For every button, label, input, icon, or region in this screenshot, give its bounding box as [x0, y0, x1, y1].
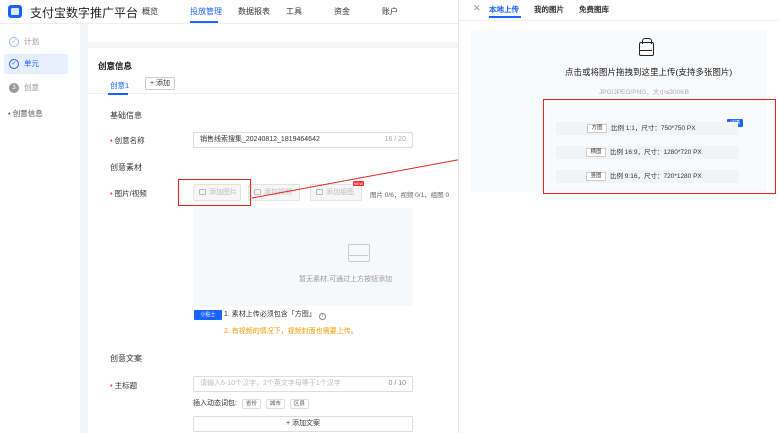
spec-square-tag: 方图 [587, 124, 607, 133]
tab-my-images[interactable]: 我的图片 [534, 4, 564, 15]
upload-bag-icon [639, 38, 654, 56]
creative-name-label: • 创意名称 [110, 136, 145, 145]
step-plan-label: 计划 [24, 37, 39, 46]
panel-divider [459, 20, 779, 21]
tip-badge: 小贴士 [194, 310, 222, 320]
empty-box-icon [348, 244, 370, 262]
content-top-strip [88, 24, 468, 42]
spec-landscape-tag: 横图 [586, 148, 606, 157]
brand-logo-icon [8, 5, 22, 18]
add-copy-button[interactable]: + 添加文案 [193, 416, 413, 432]
tip-2: 2. 有视频的情况下，视频封面也需要上传。 [224, 328, 358, 335]
step-unit[interactable]: ✓ 单元 [4, 54, 68, 74]
step-unit-label: 单元 [24, 59, 39, 68]
spec-portrait: 竖图 比例 9:16，尺寸：720*1280 PX [556, 170, 738, 183]
main-title-label: • 主标题 [110, 381, 138, 390]
main-content: 创意信息 创意1 + 添加 基础信息 • 创意名称 销售线索搜集_20240812… [88, 24, 468, 433]
tip-1: 1. 素材上传必须包含「方图」 i [224, 309, 326, 320]
step-number-icon: 3 [9, 83, 19, 93]
dynamic-words-row: 插入动态词包: 省份 城市 区县 [193, 398, 309, 409]
tab-local-upload[interactable]: 本地上传 [489, 4, 521, 18]
spec-portrait-text: 比例 9:16，尺寸：720*1280 PX [610, 173, 702, 180]
section-title: 创意信息 [98, 61, 133, 71]
chip-district[interactable]: 区县 [289, 399, 309, 409]
spec-portrait-tag: 竖图 [586, 172, 606, 181]
media-label: • 图片/视频 [110, 189, 147, 198]
spec-landscape: 横图 比例 16:9，尺寸：1280*720 PX [556, 146, 738, 159]
main-nav: 概览 投放管理 数据报表 工具 资金 账户 [142, 0, 430, 24]
nav-account[interactable]: 账户 [382, 0, 430, 24]
nav-reports[interactable]: 数据报表 [238, 0, 286, 24]
nav-funds[interactable]: 资金 [334, 0, 382, 24]
tab-creative-1[interactable]: 创意1 [107, 80, 129, 95]
check-icon: ✓ [9, 37, 19, 47]
upload-panel: ✕ 本地上传 我的图片 免费图库 点击或将图片拖拽到这里上传(支持多张图片) J… [458, 0, 779, 433]
chip-province[interactable]: 省份 [241, 399, 261, 409]
creative-card: 创意信息 创意1 + 添加 基础信息 • 创意名称 销售线索搜集_20240812… [88, 48, 468, 433]
upload-title: 点击或将图片拖拽到这里上传(支持多张图片) [565, 67, 733, 77]
upload-format-hint: JPG/JPEG/PNG，大小≤300KB [599, 89, 689, 96]
basic-info-heading: 基础信息 [110, 111, 142, 120]
copy-heading: 创意文案 [110, 354, 142, 363]
spec-landscape-text: 比例 16:9，尺寸：1280*720 PX [610, 149, 702, 156]
step-plan[interactable]: ✓ 计划 [4, 32, 68, 52]
main-title-placeholder: 请输入6-10个汉字，2个英文字母等于1个汉字 [200, 380, 341, 387]
step-creative[interactable]: 3 创意 [4, 78, 68, 98]
step-creative-label: 创意 [24, 83, 39, 92]
add-creative-tab-button[interactable]: + 添加 [145, 77, 176, 90]
insert-dynamic-label: 插入动态词包: [193, 400, 237, 407]
annotation-box-add-image [178, 179, 251, 206]
step-sidebar: ✓ 计划 ✓ 单元 3 创意 • 创意信息 [0, 24, 80, 433]
nav-campaign-management[interactable]: 投放管理 [190, 0, 238, 24]
main-title-count: 0 / 10 [388, 380, 406, 387]
info-icon[interactable]: i [318, 313, 326, 320]
spec-square: 方图 比例 1:1，尺寸：750*750 PX [556, 122, 738, 135]
close-icon[interactable]: ✕ [473, 3, 481, 14]
material-dropzone[interactable]: 暂无素材,可通过上方按钮添加 [193, 208, 413, 306]
substep-creative-info[interactable]: • 创意信息 [8, 108, 43, 119]
chip-city[interactable]: 城市 [265, 399, 285, 409]
check-icon: ✓ [9, 59, 19, 69]
nav-overview[interactable]: 概览 [142, 0, 190, 24]
material-heading: 创意素材 [110, 163, 142, 172]
main-title-input[interactable]: 请输入6-10个汉字，2个英文字母等于1个汉字 0 / 10 [193, 376, 413, 392]
brand-name: 支付宝数字推广平台 [30, 6, 139, 20]
creative-tabs: 创意1 + 添加 [88, 76, 468, 95]
tab-free-library[interactable]: 免费图库 [579, 4, 609, 15]
nav-tools[interactable]: 工具 [286, 0, 334, 24]
spec-square-text: 比例 1:1，尺寸：750*750 PX [611, 125, 696, 132]
dropzone-text: 暂无素材,可通过上方按钮添加 [299, 276, 392, 283]
